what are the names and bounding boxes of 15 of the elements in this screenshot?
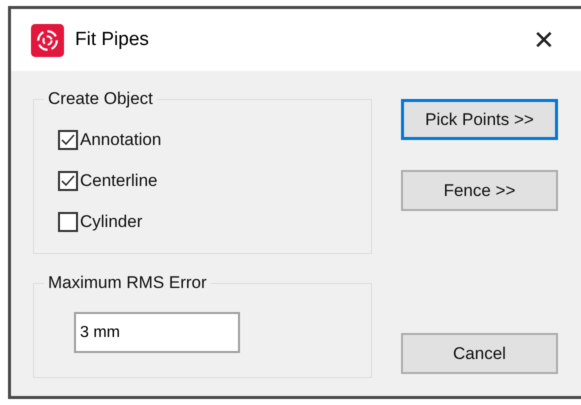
window-title: Fit Pipes bbox=[75, 28, 149, 52]
close-button[interactable]: ✕ bbox=[531, 27, 557, 53]
dialog-button[interactable]: Pick Points >> bbox=[401, 99, 558, 140]
checkbox-option[interactable]: Cylinder bbox=[58, 210, 371, 234]
checkbox[interactable] bbox=[58, 212, 78, 232]
checkbox-option[interactable]: Centerline bbox=[58, 169, 371, 193]
dialog-button[interactable]: Cancel bbox=[401, 333, 558, 374]
checkmark-icon bbox=[61, 175, 75, 187]
checkmark-icon bbox=[61, 134, 75, 146]
checkbox-option[interactable]: Annotation bbox=[58, 128, 371, 152]
checkbox[interactable] bbox=[58, 130, 78, 150]
dialog-button[interactable]: Fence >> bbox=[401, 170, 558, 211]
checkbox[interactable] bbox=[58, 171, 78, 191]
rms-error-field[interactable]: 3 mm bbox=[74, 312, 240, 353]
app-logo-icon bbox=[31, 24, 64, 56]
